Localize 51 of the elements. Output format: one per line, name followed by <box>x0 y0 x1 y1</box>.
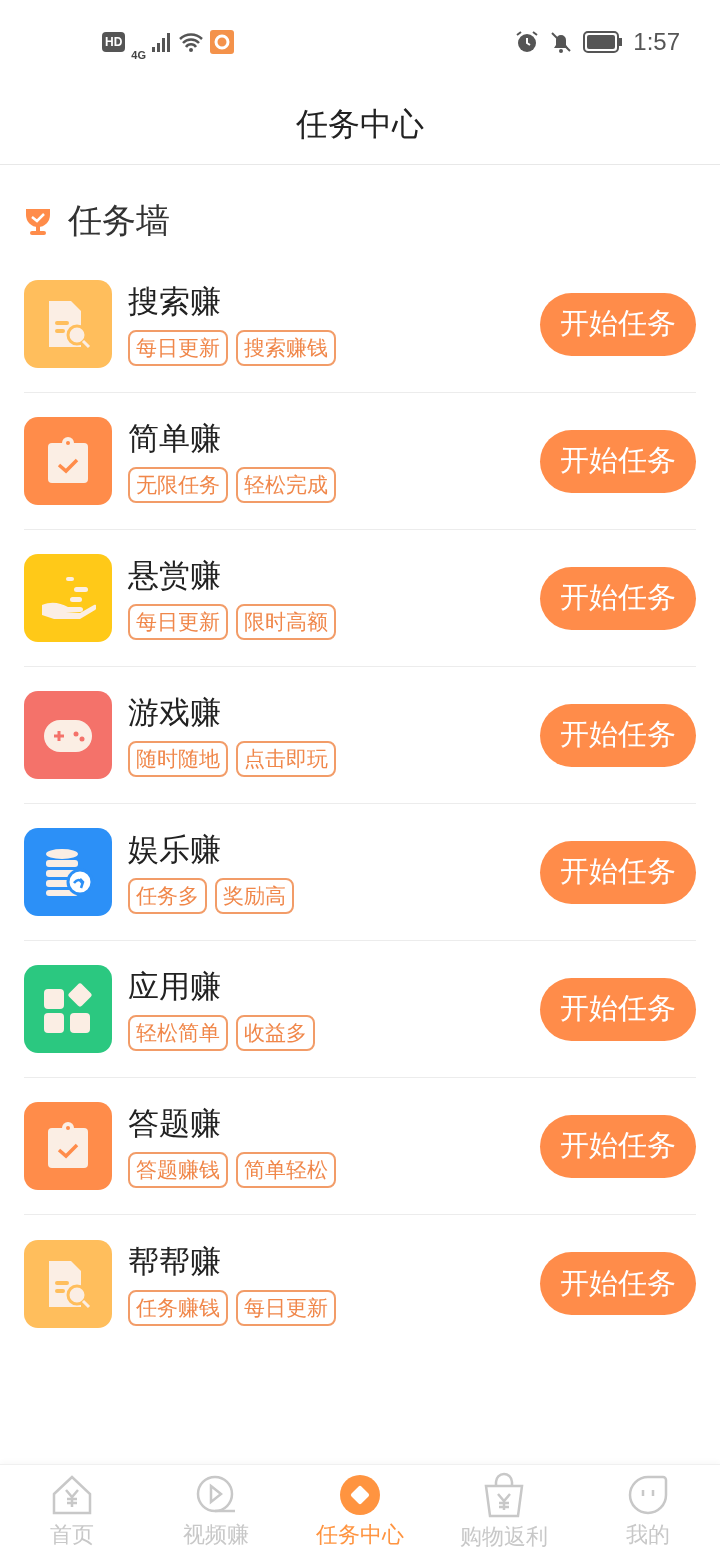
hd-indicator: HD <box>102 32 126 52</box>
task-tag: 任务多 <box>128 878 207 914</box>
start-task-button[interactable]: 开始任务 <box>540 703 696 767</box>
nav-tab[interactable]: 任务中心 <box>288 1465 432 1560</box>
page-title: 任务中心 <box>296 105 424 144</box>
task-tag: 任务赚钱 <box>128 1289 228 1326</box>
task-tag: 无限任务 <box>128 467 228 503</box>
task-name: 帮帮赚 <box>128 1242 222 1281</box>
task-name: 应用赚 <box>128 968 222 1006</box>
task-tag: 奖励高 <box>215 878 294 914</box>
battery-icon <box>583 31 624 53</box>
diamond-coin-icon <box>339 1474 381 1516</box>
task-name: 游戏赚 <box>128 694 222 732</box>
clipboard-check-icon <box>45 1122 91 1170</box>
app-notification-icon <box>210 30 235 54</box>
shopping-bag-icon <box>482 1472 526 1518</box>
task-name: 简单赚 <box>128 420 222 458</box>
task-tag: 收益多 <box>236 1015 315 1051</box>
home-icon <box>50 1474 94 1516</box>
clipboard-check-icon <box>45 437 91 485</box>
task-name: 搜索赚 <box>128 283 222 321</box>
alarm-icon <box>515 30 540 54</box>
task-tag: 点击即玩 <box>236 741 336 777</box>
start-task-button[interactable]: 开始任务 <box>540 1252 696 1315</box>
task-tag: 简单轻松 <box>236 1152 336 1188</box>
network-type: 4G <box>131 47 147 63</box>
task-tag: 轻松简单 <box>128 1015 228 1051</box>
task-name: 娱乐赚 <box>128 831 222 869</box>
task-tag: 每日更新 <box>236 1289 336 1326</box>
section-title: 任务墙 <box>68 200 170 241</box>
start-task-button[interactable]: 开始任务 <box>540 840 696 904</box>
profile-icon <box>627 1474 669 1516</box>
clock-time: 1:57 <box>633 27 680 57</box>
task-tag: 随时随地 <box>128 741 228 777</box>
task-tag: 轻松完成 <box>236 467 336 503</box>
start-task-button[interactable]: 开始任务 <box>540 1114 696 1178</box>
task-tag: 搜索赚钱 <box>236 330 336 366</box>
task-name: 答题赚 <box>128 1105 222 1143</box>
task-tag: 答题赚钱 <box>128 1152 228 1188</box>
signal-icon <box>152 32 173 52</box>
start-task-button[interactable]: 开始任务 <box>540 292 696 356</box>
task-tag: 每日更新 <box>128 604 228 640</box>
start-task-button[interactable]: 开始任务 <box>540 566 696 630</box>
task-tag: 限时高额 <box>236 604 336 640</box>
task-tag: 每日更新 <box>128 330 228 366</box>
start-task-button[interactable]: 开始任务 <box>540 977 696 1041</box>
task-name: 悬赏赚 <box>128 557 222 595</box>
wifi-icon <box>178 32 205 52</box>
start-task-button[interactable]: 开始任务 <box>540 429 696 493</box>
app-grid-icon <box>42 983 94 1035</box>
hand-coins-icon <box>40 575 96 621</box>
